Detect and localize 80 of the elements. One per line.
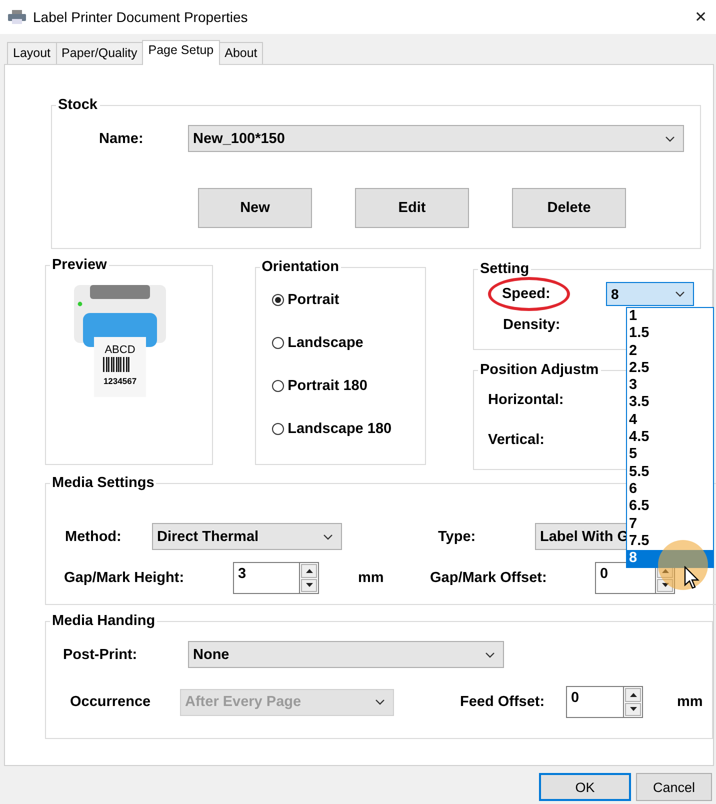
stock-button[interactable]: New [198, 188, 312, 228]
printer-icon [8, 10, 26, 24]
close-button[interactable]: ✕ [686, 8, 716, 26]
list-option[interactable]: 1 [627, 308, 713, 326]
list-option[interactable]: 2.5 [627, 360, 713, 378]
label-text: ABCD [104, 344, 136, 356]
spin-down-button[interactable] [657, 578, 673, 592]
radio-button[interactable] [272, 380, 284, 392]
dropdown[interactable]: New_100*150 [188, 125, 684, 152]
dialog-button[interactable]: Cancel [636, 773, 712, 801]
number-field[interactable]: 0 [595, 562, 655, 594]
radio-label[interactable]: Portrait 180 [288, 378, 368, 394]
list-option[interactable]: 1.5 [627, 325, 713, 343]
list-option[interactable]: 6 [627, 480, 713, 498]
up-arrow-icon [306, 568, 312, 573]
group-title: Stock [57, 97, 98, 113]
caret-icon [665, 136, 675, 142]
dropdown[interactable]: 8 [606, 282, 694, 306]
caret-icon [323, 534, 333, 540]
caret-icon [675, 291, 685, 297]
field-label: Vertical: [488, 432, 544, 448]
list-option[interactable]: 3 [627, 377, 713, 394]
radio-label[interactable]: Landscape 180 [288, 420, 392, 436]
field-label: Method: [65, 528, 122, 544]
radio-label[interactable]: Landscape [288, 334, 364, 350]
stock-button[interactable]: Delete [512, 188, 626, 228]
field-label: Gap/Mark Height: [64, 570, 186, 586]
list-option[interactable]: 5 [627, 446, 713, 464]
list-option[interactable]: 4 [627, 412, 713, 430]
radio-button[interactable] [272, 422, 284, 434]
group-title: Setting [479, 261, 530, 277]
list-option[interactable]: 2 [627, 342, 713, 360]
list-option[interactable]: 5.5 [627, 464, 713, 481]
caret-icon [485, 652, 495, 658]
stock-button[interactable]: Edit [355, 188, 469, 228]
up-arrow-icon [630, 692, 636, 697]
spin-down-button[interactable] [625, 702, 641, 716]
radio-button[interactable] [272, 336, 284, 348]
cursor-highlight [658, 540, 708, 590]
group-title: Preview [51, 257, 108, 273]
up-arrow-icon [662, 568, 668, 573]
field-label: Speed: [502, 286, 550, 302]
dropdown[interactable]: None [188, 641, 504, 668]
field-label: Post-Print: [63, 646, 138, 662]
number-field[interactable]: 0 [566, 686, 623, 718]
unit-label: mm [358, 570, 385, 586]
group-title: Media Handing [51, 613, 156, 629]
tab[interactable]: Layout [7, 42, 57, 64]
spin-up-button[interactable] [625, 688, 641, 702]
tab[interactable]: About [218, 42, 264, 64]
dropdown[interactable]: Direct Thermal [152, 523, 342, 550]
field-label: Occurrence [70, 694, 152, 710]
list-option[interactable]: 8 [627, 550, 713, 568]
group-title: Orientation [260, 259, 340, 275]
list-option[interactable]: 4.5 [627, 429, 713, 446]
field-label: Density: [503, 317, 560, 333]
down-arrow-icon [630, 707, 636, 712]
spin-up-button[interactable] [301, 564, 317, 578]
group-title: Media Settings [51, 475, 156, 491]
caret-icon [375, 699, 385, 705]
field-label: Feed Offset: [460, 694, 546, 710]
field-label: Name: [99, 130, 144, 146]
number-field[interactable]: 3 [233, 562, 299, 594]
spin-down-button[interactable] [301, 578, 317, 592]
window-title: Label Printer Document Properties [33, 9, 248, 25]
down-arrow-icon [662, 583, 668, 588]
barcode-icon [103, 357, 130, 372]
list-option[interactable]: 6.5 [627, 498, 713, 516]
field-label: Gap/Mark Offset: [430, 570, 548, 586]
down-arrow-icon [306, 583, 312, 588]
unit-label: mm [677, 694, 703, 710]
dialog-button[interactable]: OK [539, 773, 631, 801]
field-label: Type: [438, 528, 477, 544]
list-option[interactable]: 3.5 [627, 394, 713, 412]
radio-button[interactable] [272, 294, 284, 306]
group-title: Position Adjustm [479, 362, 600, 378]
tab[interactable]: Page Setup [142, 40, 220, 65]
radio-label[interactable]: Portrait [288, 292, 340, 308]
field-label: Horizontal: [488, 392, 564, 408]
label-number: 1234567 [103, 376, 137, 386]
